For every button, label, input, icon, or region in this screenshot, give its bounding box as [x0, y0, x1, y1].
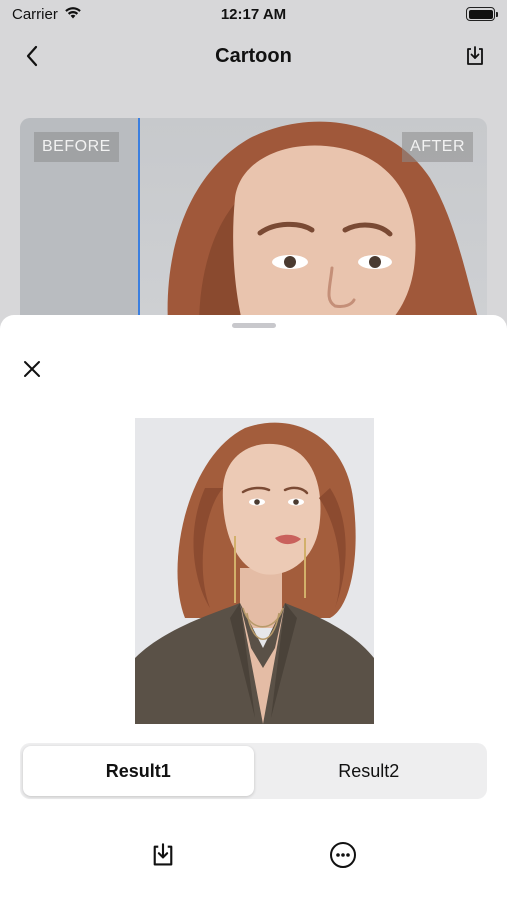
compare-divider-handle[interactable] — [138, 118, 140, 348]
page-title: Cartoon — [215, 44, 292, 67]
before-after-compare[interactable]: BEFORE AFTER — [20, 118, 487, 348]
status-bar: Carrier 12:17 AM — [0, 0, 507, 28]
sheet-grabber[interactable] — [232, 323, 276, 328]
download-icon — [467, 46, 483, 65]
more-circle-icon — [330, 842, 356, 868]
nav-bar: Cartoon — [0, 30, 507, 82]
back-button[interactable] — [16, 40, 48, 72]
segment-result2[interactable]: Result2 — [254, 746, 485, 796]
wifi-icon — [64, 6, 82, 23]
before-label: BEFORE — [34, 132, 119, 162]
result-image — [135, 418, 374, 724]
cartoon-portrait — [135, 418, 374, 724]
chevron-left-icon — [26, 45, 38, 67]
carrier-label: Carrier — [12, 5, 58, 23]
save-result-button[interactable] — [143, 835, 183, 875]
result-sheet: Result1 Result2 — [0, 315, 507, 900]
download-icon — [153, 843, 173, 866]
battery-icon — [466, 7, 498, 21]
segment-result1[interactable]: Result1 — [23, 746, 254, 796]
result-segmented-control: Result1 Result2 — [20, 743, 487, 799]
status-left: Carrier — [12, 6, 82, 23]
after-label: AFTER — [402, 132, 473, 162]
close-icon — [24, 361, 40, 377]
save-button[interactable] — [459, 40, 491, 72]
more-options-button[interactable] — [323, 835, 363, 875]
close-button[interactable] — [18, 355, 46, 383]
